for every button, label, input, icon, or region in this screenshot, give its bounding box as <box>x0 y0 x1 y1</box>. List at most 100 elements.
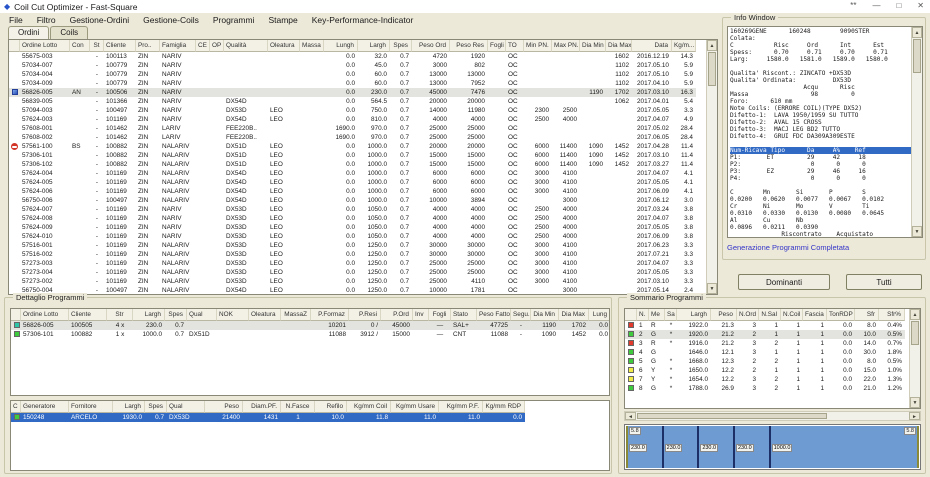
column-header[interactable]: Pro.. <box>136 40 160 52</box>
column-header[interactable]: Peso Res <box>450 40 488 52</box>
table-row[interactable]: 4 G 1646.0 12.1 3 1 1 1 0.0 30.0 1.8% <box>625 348 905 357</box>
column-header[interactable]: P.Ord <box>381 309 413 321</box>
menu-item-filtro[interactable]: Filtro <box>30 14 63 26</box>
tab-coils[interactable]: Coils <box>50 26 89 39</box>
column-header[interactable]: Spes <box>165 309 187 321</box>
column-header[interactable]: MassaZ <box>281 309 311 321</box>
column-header[interactable]: Inv <box>413 309 429 321</box>
column-header[interactable] <box>9 40 20 52</box>
tab-ordini[interactable]: Ordini <box>8 26 50 39</box>
column-header[interactable]: Peso Ord <box>412 40 450 52</box>
scroll-up-icon[interactable]: ▲ <box>910 309 920 320</box>
table-row[interactable]: 57624-010 -101169 ZIN NARIV DX53D LEO 0.0 1050.… <box>9 232 696 241</box>
menu-item-gestione-coils[interactable]: Gestione-Coils <box>136 14 206 26</box>
maximize-button[interactable]: □ <box>896 1 901 10</box>
column-header[interactable]: C <box>11 401 21 413</box>
column-header[interactable]: P.Formaz <box>311 309 349 321</box>
column-header[interactable] <box>625 309 637 321</box>
scroll-thumb[interactable] <box>913 39 921 73</box>
table-row[interactable]: 57516-002 -101169 ZIN NALARIV DX53D LEO 0.0 125… <box>9 250 696 259</box>
column-header[interactable]: Kg/mm Coil <box>347 401 391 413</box>
column-header[interactable]: Me <box>649 309 665 321</box>
info-vertical-scrollbar[interactable]: ▲ ▼ <box>911 27 922 237</box>
table-row[interactable]: 57034-007 -100779 ZIN NARIV 0.0 45.0 0.7 3000 80… <box>9 61 696 70</box>
column-header[interactable]: Famiglia <box>160 40 196 52</box>
column-header[interactable]: Cliente <box>69 309 107 321</box>
column-header[interactable]: Fornitore <box>69 401 113 413</box>
menu-item-file[interactable]: File <box>2 14 30 26</box>
menu-item-stampe[interactable]: Stampe <box>261 14 304 26</box>
table-row[interactable]: 56839-005 -101366 ZIN NARIV DX54D 0.0 564.5 0.7… <box>9 97 696 106</box>
column-header[interactable]: OP <box>210 40 224 52</box>
column-header[interactable]: Sa <box>665 309 677 321</box>
column-header[interactable]: Kg/mm P.F. <box>439 401 483 413</box>
minimize-button[interactable]: — <box>872 1 880 10</box>
column-header[interactable]: Stato <box>451 309 477 321</box>
column-header[interactable]: Dia Min <box>531 309 559 321</box>
column-header[interactable]: TO <box>506 40 524 52</box>
table-row[interactable]: 55675-003 -100113 ZIN NARIV 0.0 32.0 0.7 4720 19… <box>9 52 696 61</box>
orders-vertical-scrollbar[interactable]: ▲ ▼ <box>706 40 717 294</box>
column-header[interactable]: Str <box>107 309 133 321</box>
scroll-left-icon[interactable]: ◄ <box>625 412 636 420</box>
column-header[interactable]: TonRDP <box>827 309 855 321</box>
menu-item-gestione-ordini[interactable]: Gestione-Ordini <box>63 14 137 26</box>
column-header[interactable]: Lungh <box>324 40 358 52</box>
table-row[interactable]: 57624-008 -101169 ZIN NARIV DX53D LEO 0.0 1050.… <box>9 214 696 223</box>
table-row[interactable]: 6 Y * 1650.0 12.2 2 1 1 1 0.0 15.0 1.0% <box>625 366 905 375</box>
column-header[interactable]: Min PN. <box>524 40 552 52</box>
table-row[interactable]: 56750-004-100497 ZIN NALARIV DX54D LEO 0.0 125… <box>9 286 696 294</box>
column-header[interactable]: Largh <box>113 401 145 413</box>
column-header[interactable]: Segu.. <box>511 309 531 321</box>
column-header[interactable]: Refilo <box>315 401 347 413</box>
column-header[interactable]: Max PN. <box>552 40 580 52</box>
menu-item-programmi[interactable]: Programmi <box>206 14 262 26</box>
scroll-up-icon[interactable]: ▲ <box>912 27 922 38</box>
table-row[interactable]: 7 Y * 1654.0 12.2 3 2 1 1 0.0 22.0 1.3% <box>625 375 905 384</box>
column-header[interactable]: Ordine Lotto <box>21 309 69 321</box>
scroll-right-icon[interactable]: ► <box>909 412 920 420</box>
table-row[interactable]: 5 G * 1668.0 12.3 2 2 1 1 0.0 8.0 0.5% <box>625 357 905 366</box>
table-row[interactable]: 57306-102 -100882 ZIN NALARIV DX51D LEO 0.0 100… <box>9 160 696 169</box>
column-header[interactable]: Sfr <box>855 309 879 321</box>
column-header[interactable]: Peso <box>205 401 243 413</box>
table-row[interactable]: 57624-004 -101169 ZIN NALARIV DX54D LEO 0.0 100… <box>9 169 696 178</box>
table-row[interactable]: 56826-005 AN -100506 ZIN NARIV 0.0 230.0 0.7 450… <box>9 88 696 97</box>
summary-horizontal-scrollbar[interactable]: ◄ ► <box>624 411 921 421</box>
scroll-up-icon[interactable]: ▲ <box>707 40 717 51</box>
column-header[interactable]: Sfr% <box>879 309 905 321</box>
table-row[interactable]: 57273-004 -101169 ZIN NALARIV DX53D LEO 0.0 125… <box>9 268 696 277</box>
table-row[interactable]: 57306-101 -100882 ZIN NALARIV DX51D LEO 0.0 100… <box>9 151 696 160</box>
column-header[interactable]: Generatore <box>21 401 69 413</box>
table-row[interactable]: 57034-009 -100779 ZIN NARIV 0.0 60.0 0.7 13000 7… <box>9 79 696 88</box>
scroll-down-icon[interactable]: ▼ <box>910 397 920 408</box>
table-row[interactable]: 57273-003 -101169 ZIN NALARIV DX53D LEO 0.0 125… <box>9 259 696 268</box>
table-row[interactable]: 57624-003 -101169 ZIN NARIV DX54D LEO 0.0 810.0… <box>9 115 696 124</box>
column-header[interactable]: Kg/mm RDP <box>483 401 525 413</box>
table-row[interactable]: 56826-005 100505 4 x 230.0 0.7 10201 0 / 45000 —… <box>11 321 609 330</box>
column-header[interactable]: Peso Fatto <box>477 309 511 321</box>
table-row[interactable]: 57516-001 -101169 ZIN NALARIV DX53D LEO 0.0 125… <box>9 241 696 250</box>
table-row[interactable]: 8 G * 1788.0 26.9 3 2 1 1 0.0 21.0 1.2% <box>625 384 905 393</box>
column-header[interactable]: Oleatura <box>249 309 281 321</box>
table-row[interactable]: 57273-002 -101169 ZIN NALARIV DX53D LEO 0.0 125… <box>9 277 696 286</box>
table-row[interactable]: 57561-100 BS -100882 ZIN NALARIV DX51D LEO 0.0 1… <box>9 142 696 151</box>
table-row[interactable]: 57624-007 -101169 ZIN NARIV DX53D LEO 0.0 1050.… <box>9 205 696 214</box>
summary-vertical-scrollbar[interactable]: ▲ ▼ <box>909 309 920 408</box>
scroll-thumb[interactable] <box>637 413 827 419</box>
scroll-down-icon[interactable]: ▼ <box>912 226 922 237</box>
column-header[interactable]: Spes <box>145 401 167 413</box>
column-header[interactable]: Fascia <box>803 309 827 321</box>
dominanti-button[interactable]: Dominanti <box>738 274 830 290</box>
column-header[interactable]: N.Coil <box>781 309 803 321</box>
column-header[interactable]: Largh <box>677 309 711 321</box>
column-header[interactable]: N.Ord <box>737 309 759 321</box>
column-header[interactable] <box>11 309 21 321</box>
column-header[interactable]: Fogli <box>488 40 506 52</box>
table-row[interactable]: 150248 ARCELO 1930.0 0.7 DX53D 21400 1431 1 10.0… <box>11 413 525 422</box>
column-header[interactable]: Dia Max <box>606 40 632 52</box>
scroll-thumb[interactable] <box>911 321 919 345</box>
column-header[interactable]: Dia Min <box>580 40 606 52</box>
column-header[interactable]: CE <box>196 40 210 52</box>
column-header[interactable]: Lung <box>589 309 609 321</box>
